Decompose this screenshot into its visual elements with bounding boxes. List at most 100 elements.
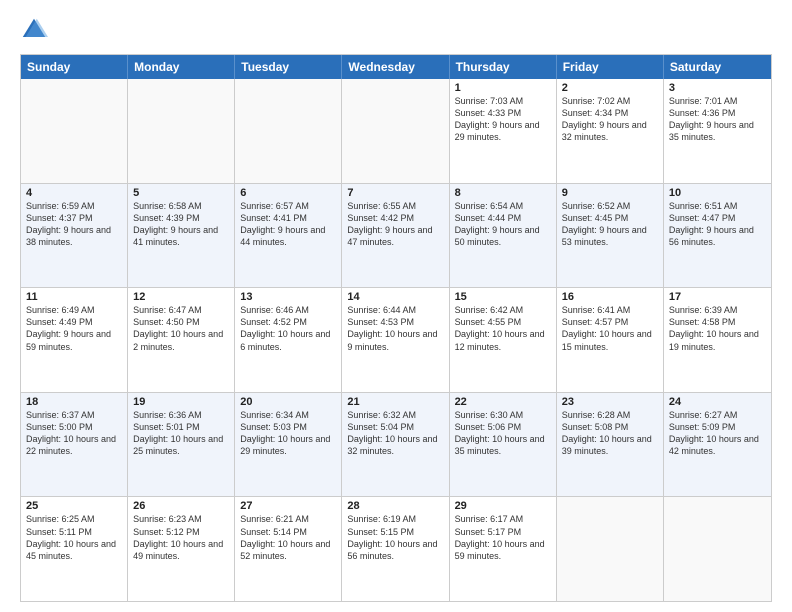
day-info: Sunrise: 6:30 AM Sunset: 5:06 PM Dayligh… — [455, 409, 551, 458]
header — [20, 16, 772, 44]
day-number: 14 — [347, 291, 443, 303]
page: SundayMondayTuesdayWednesdayThursdayFrid… — [0, 0, 792, 612]
cal-cell: 16Sunrise: 6:41 AM Sunset: 4:57 PM Dayli… — [557, 288, 664, 392]
day-info: Sunrise: 6:21 AM Sunset: 5:14 PM Dayligh… — [240, 513, 336, 562]
cal-row-2: 11Sunrise: 6:49 AM Sunset: 4:49 PM Dayli… — [21, 287, 771, 392]
day-info: Sunrise: 6:55 AM Sunset: 4:42 PM Dayligh… — [347, 200, 443, 249]
day-number: 10 — [669, 187, 766, 199]
day-info: Sunrise: 6:39 AM Sunset: 4:58 PM Dayligh… — [669, 304, 766, 353]
day-number: 9 — [562, 187, 658, 199]
day-number: 22 — [455, 396, 551, 408]
day-info: Sunrise: 6:34 AM Sunset: 5:03 PM Dayligh… — [240, 409, 336, 458]
cal-cell — [235, 79, 342, 183]
cal-cell: 26Sunrise: 6:23 AM Sunset: 5:12 PM Dayli… — [128, 497, 235, 601]
cal-cell: 20Sunrise: 6:34 AM Sunset: 5:03 PM Dayli… — [235, 393, 342, 497]
cal-row-3: 18Sunrise: 6:37 AM Sunset: 5:00 PM Dayli… — [21, 392, 771, 497]
cal-cell: 13Sunrise: 6:46 AM Sunset: 4:52 PM Dayli… — [235, 288, 342, 392]
cal-row-4: 25Sunrise: 6:25 AM Sunset: 5:11 PM Dayli… — [21, 496, 771, 601]
header-cell-tuesday: Tuesday — [235, 55, 342, 79]
day-number: 28 — [347, 500, 443, 512]
cal-cell: 5Sunrise: 6:58 AM Sunset: 4:39 PM Daylig… — [128, 184, 235, 288]
day-number: 18 — [26, 396, 122, 408]
day-number: 5 — [133, 187, 229, 199]
day-number: 27 — [240, 500, 336, 512]
day-number: 8 — [455, 187, 551, 199]
day-info: Sunrise: 6:28 AM Sunset: 5:08 PM Dayligh… — [562, 409, 658, 458]
day-number: 15 — [455, 291, 551, 303]
day-info: Sunrise: 6:19 AM Sunset: 5:15 PM Dayligh… — [347, 513, 443, 562]
header-cell-saturday: Saturday — [664, 55, 771, 79]
day-number: 21 — [347, 396, 443, 408]
day-info: Sunrise: 6:41 AM Sunset: 4:57 PM Dayligh… — [562, 304, 658, 353]
logo-icon — [20, 16, 48, 44]
day-info: Sunrise: 6:59 AM Sunset: 4:37 PM Dayligh… — [26, 200, 122, 249]
header-cell-sunday: Sunday — [21, 55, 128, 79]
day-info: Sunrise: 6:46 AM Sunset: 4:52 PM Dayligh… — [240, 304, 336, 353]
logo — [20, 16, 52, 44]
day-number: 24 — [669, 396, 766, 408]
cal-cell: 9Sunrise: 6:52 AM Sunset: 4:45 PM Daylig… — [557, 184, 664, 288]
day-info: Sunrise: 6:32 AM Sunset: 5:04 PM Dayligh… — [347, 409, 443, 458]
cal-cell: 1Sunrise: 7:03 AM Sunset: 4:33 PM Daylig… — [450, 79, 557, 183]
day-info: Sunrise: 6:47 AM Sunset: 4:50 PM Dayligh… — [133, 304, 229, 353]
cal-cell: 22Sunrise: 6:30 AM Sunset: 5:06 PM Dayli… — [450, 393, 557, 497]
cal-row-1: 4Sunrise: 6:59 AM Sunset: 4:37 PM Daylig… — [21, 183, 771, 288]
cal-cell: 19Sunrise: 6:36 AM Sunset: 5:01 PM Dayli… — [128, 393, 235, 497]
cal-cell: 8Sunrise: 6:54 AM Sunset: 4:44 PM Daylig… — [450, 184, 557, 288]
day-info: Sunrise: 6:36 AM Sunset: 5:01 PM Dayligh… — [133, 409, 229, 458]
day-info: Sunrise: 7:03 AM Sunset: 4:33 PM Dayligh… — [455, 95, 551, 144]
day-info: Sunrise: 7:01 AM Sunset: 4:36 PM Dayligh… — [669, 95, 766, 144]
day-number: 29 — [455, 500, 551, 512]
header-cell-monday: Monday — [128, 55, 235, 79]
day-info: Sunrise: 6:23 AM Sunset: 5:12 PM Dayligh… — [133, 513, 229, 562]
day-number: 17 — [669, 291, 766, 303]
cal-cell: 7Sunrise: 6:55 AM Sunset: 4:42 PM Daylig… — [342, 184, 449, 288]
day-info: Sunrise: 6:51 AM Sunset: 4:47 PM Dayligh… — [669, 200, 766, 249]
day-number: 20 — [240, 396, 336, 408]
cal-cell: 28Sunrise: 6:19 AM Sunset: 5:15 PM Dayli… — [342, 497, 449, 601]
day-info: Sunrise: 6:58 AM Sunset: 4:39 PM Dayligh… — [133, 200, 229, 249]
cal-cell: 14Sunrise: 6:44 AM Sunset: 4:53 PM Dayli… — [342, 288, 449, 392]
day-number: 7 — [347, 187, 443, 199]
header-cell-wednesday: Wednesday — [342, 55, 449, 79]
day-info: Sunrise: 6:57 AM Sunset: 4:41 PM Dayligh… — [240, 200, 336, 249]
calendar: SundayMondayTuesdayWednesdayThursdayFrid… — [20, 54, 772, 602]
cal-cell: 24Sunrise: 6:27 AM Sunset: 5:09 PM Dayli… — [664, 393, 771, 497]
day-number: 12 — [133, 291, 229, 303]
day-info: Sunrise: 6:25 AM Sunset: 5:11 PM Dayligh… — [26, 513, 122, 562]
cal-cell: 17Sunrise: 6:39 AM Sunset: 4:58 PM Dayli… — [664, 288, 771, 392]
cal-cell: 15Sunrise: 6:42 AM Sunset: 4:55 PM Dayli… — [450, 288, 557, 392]
day-number: 3 — [669, 82, 766, 94]
day-number: 2 — [562, 82, 658, 94]
day-info: Sunrise: 7:02 AM Sunset: 4:34 PM Dayligh… — [562, 95, 658, 144]
cal-row-0: 1Sunrise: 7:03 AM Sunset: 4:33 PM Daylig… — [21, 79, 771, 183]
cal-cell: 10Sunrise: 6:51 AM Sunset: 4:47 PM Dayli… — [664, 184, 771, 288]
cal-cell — [21, 79, 128, 183]
day-number: 11 — [26, 291, 122, 303]
cal-cell: 29Sunrise: 6:17 AM Sunset: 5:17 PM Dayli… — [450, 497, 557, 601]
day-info: Sunrise: 6:54 AM Sunset: 4:44 PM Dayligh… — [455, 200, 551, 249]
cal-cell: 12Sunrise: 6:47 AM Sunset: 4:50 PM Dayli… — [128, 288, 235, 392]
cal-cell: 23Sunrise: 6:28 AM Sunset: 5:08 PM Dayli… — [557, 393, 664, 497]
day-number: 25 — [26, 500, 122, 512]
cal-cell: 21Sunrise: 6:32 AM Sunset: 5:04 PM Dayli… — [342, 393, 449, 497]
cal-cell — [557, 497, 664, 601]
calendar-body: 1Sunrise: 7:03 AM Sunset: 4:33 PM Daylig… — [21, 79, 771, 601]
cal-cell: 11Sunrise: 6:49 AM Sunset: 4:49 PM Dayli… — [21, 288, 128, 392]
cal-cell — [342, 79, 449, 183]
calendar-header: SundayMondayTuesdayWednesdayThursdayFrid… — [21, 55, 771, 79]
header-cell-thursday: Thursday — [450, 55, 557, 79]
day-number: 4 — [26, 187, 122, 199]
cal-cell — [664, 497, 771, 601]
cal-cell: 4Sunrise: 6:59 AM Sunset: 4:37 PM Daylig… — [21, 184, 128, 288]
day-number: 6 — [240, 187, 336, 199]
header-cell-friday: Friday — [557, 55, 664, 79]
day-number: 13 — [240, 291, 336, 303]
day-number: 16 — [562, 291, 658, 303]
day-info: Sunrise: 6:49 AM Sunset: 4:49 PM Dayligh… — [26, 304, 122, 353]
cal-cell: 3Sunrise: 7:01 AM Sunset: 4:36 PM Daylig… — [664, 79, 771, 183]
day-info: Sunrise: 6:37 AM Sunset: 5:00 PM Dayligh… — [26, 409, 122, 458]
cal-cell: 18Sunrise: 6:37 AM Sunset: 5:00 PM Dayli… — [21, 393, 128, 497]
day-number: 1 — [455, 82, 551, 94]
day-number: 19 — [133, 396, 229, 408]
